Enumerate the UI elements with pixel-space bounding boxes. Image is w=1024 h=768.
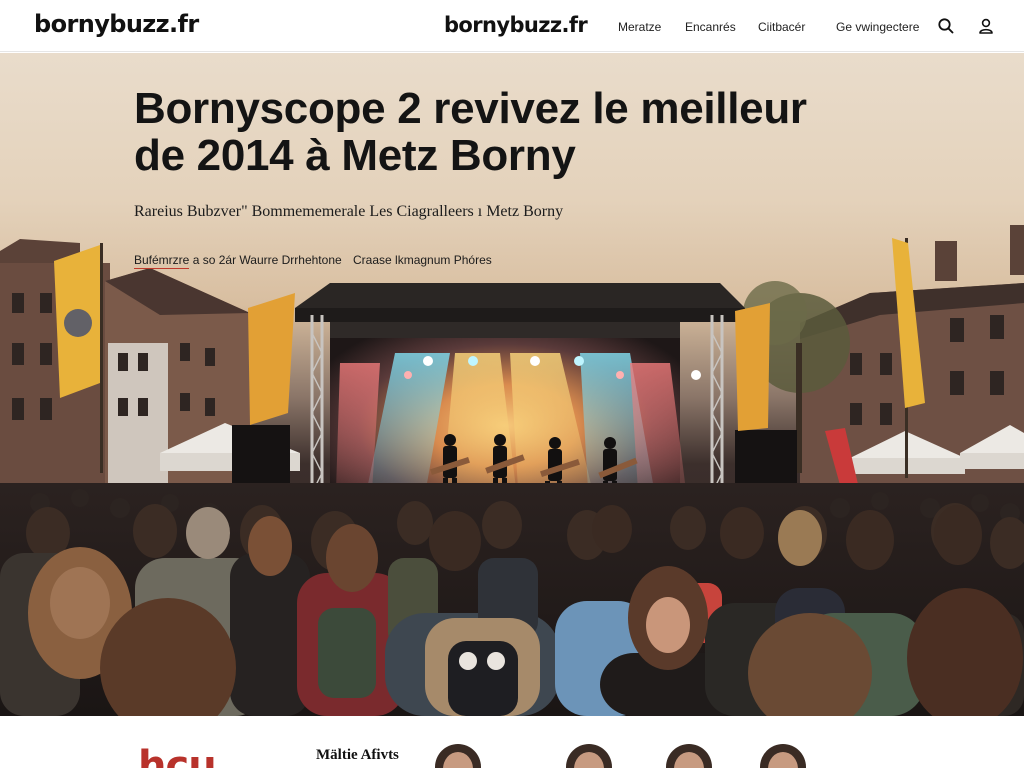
avatar[interactable] <box>666 744 712 768</box>
nav-item-2[interactable]: Encanrés <box>685 20 736 34</box>
article-subtitle: Rareius Bubzver" Bommememerale Les Ciagr… <box>134 203 564 220</box>
photo-credit: Craase lkmagnum Phóres <box>353 253 492 267</box>
nav-item-4[interactable]: Ge vwingectere <box>836 20 919 34</box>
article-byline: Bufémrzre a so 2ár Waurre Drrhehtone Cra… <box>134 253 492 269</box>
hero-section: Bornyscope 2 revivez le meilleur de 2014… <box>0 53 1024 716</box>
avatar[interactable] <box>435 744 481 768</box>
concert-crowd <box>0 483 1024 716</box>
next-section: hcu Mältie Afivts <box>0 716 1024 768</box>
section-brand-logo: hcu <box>138 743 217 768</box>
byline-author-link[interactable]: Bufémrzre <box>134 253 190 269</box>
avatar[interactable] <box>566 744 612 768</box>
article-title: Bornyscope 2 revivez le meilleur de 2014… <box>134 84 807 180</box>
search-icon[interactable] <box>937 17 955 35</box>
user-icon[interactable] <box>977 17 995 35</box>
nav-item-1[interactable]: Meratze <box>618 20 661 34</box>
nav-item-3[interactable]: Ciitbacér <box>758 20 805 34</box>
avatar[interactable] <box>760 744 806 768</box>
byline-text: a so 2ár Waurre Drrhehtone <box>192 253 342 267</box>
section-title: Mältie Afivts <box>316 747 399 763</box>
site-logo[interactable]: bornybuzz.fr <box>34 10 199 38</box>
site-header: bornybuzz.fr bornybuzz.fr Meratze Encanr… <box>0 0 1024 52</box>
site-logo-center[interactable]: bornybuzz.fr <box>444 13 588 37</box>
